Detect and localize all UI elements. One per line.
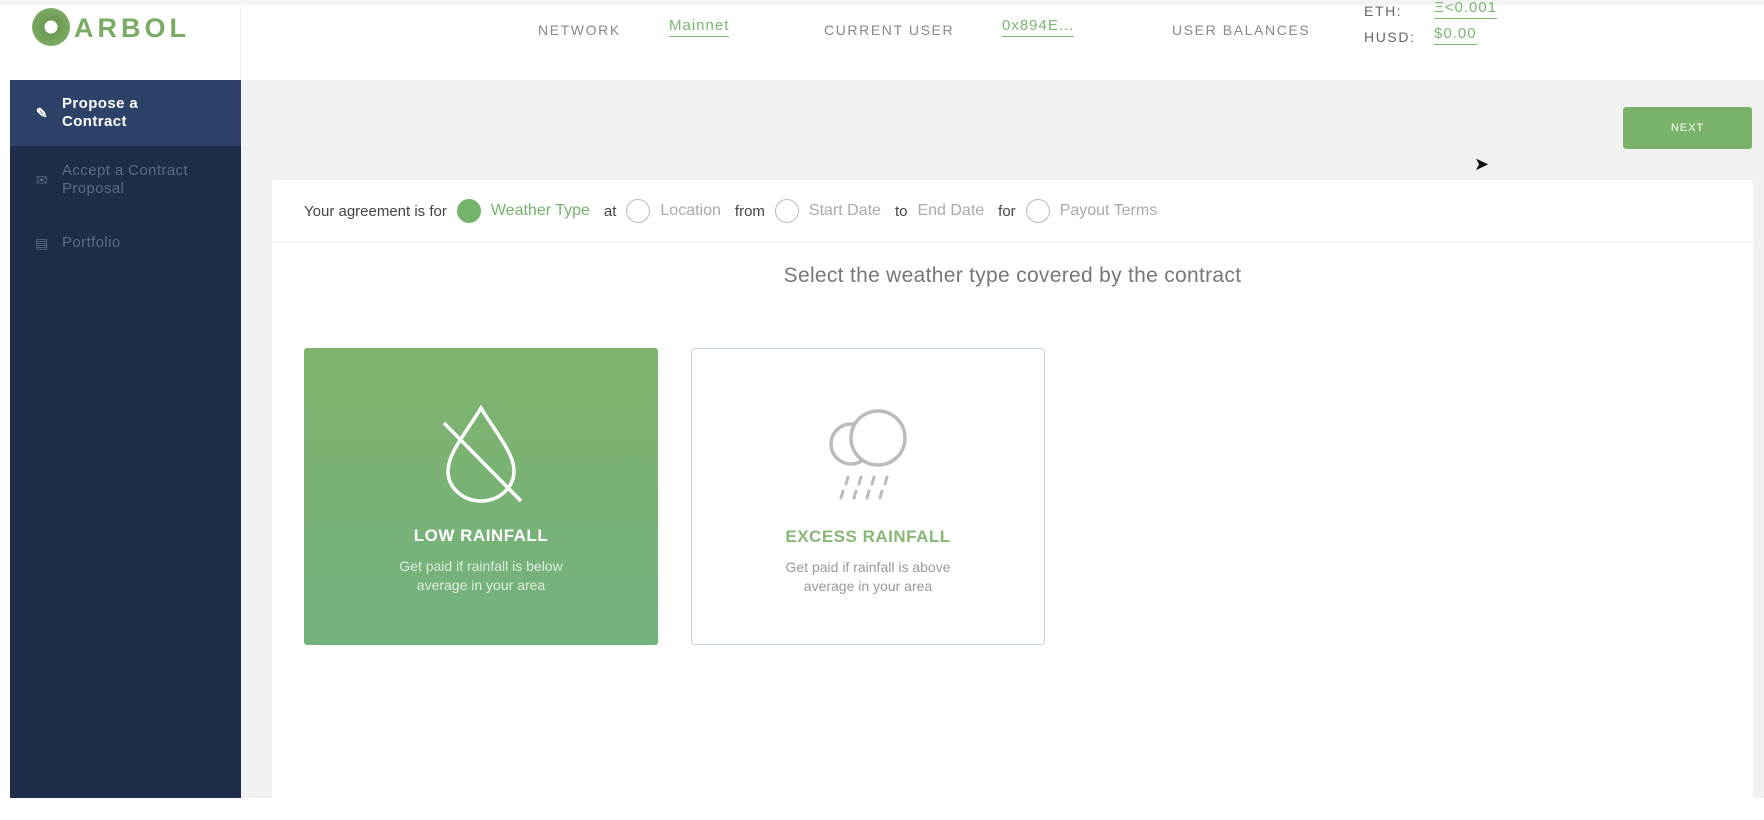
user-balances-label: USER BALANCES [1172, 22, 1311, 38]
no-drop-icon [442, 404, 523, 503]
logo-mark-icon [32, 8, 70, 46]
steps-for: for [998, 202, 1016, 220]
option-low-rainfall[interactable]: LOW RAINFALL Get paid if rainfall is bel… [304, 348, 658, 645]
steps-intro: Your agreement is for [304, 202, 447, 220]
steps-from: from [734, 202, 765, 220]
step-payout-radio[interactable] [1025, 199, 1050, 223]
option-title: EXCESS RAINFALL [785, 527, 951, 546]
main-area: NEXT ➤ Your agreement is for Weather Typ… [241, 80, 1764, 820]
option-title: LOW RAINFALL [413, 526, 549, 545]
step-start-date[interactable]: Start Date [809, 202, 881, 220]
sidebar-item-label: Propose a Contract [62, 95, 139, 130]
sidebar-item-propose[interactable]: ✎ Propose a Contract [10, 80, 241, 146]
rain-cloud-icon [829, 409, 907, 500]
eth-balance-link[interactable]: Ξ<0.001 [1434, 0, 1498, 19]
step-end-date[interactable]: End Date [917, 202, 984, 220]
network-link[interactable]: Mainnet [669, 17, 730, 37]
step-location-radio[interactable] [626, 199, 651, 223]
option-description: Get paid if rainfall is below average in… [399, 558, 563, 593]
sidebar-item-portfolio[interactable]: ▤ Portfolio [10, 225, 241, 261]
logo-text: ARBOL [74, 13, 190, 43]
step-payout-terms[interactable]: Payout Terms [1060, 202, 1158, 220]
step-location[interactable]: Location [660, 202, 721, 220]
option-excess-rainfall[interactable]: EXCESS RAINFALL Get paid if rainfall is … [691, 348, 1045, 645]
husd-label: HUSD: [1364, 29, 1416, 45]
husd-balance-link[interactable]: $0.00 [1434, 25, 1477, 45]
current-user-link[interactable]: 0x894E... [1002, 17, 1075, 37]
steps-at: at [603, 202, 617, 220]
sidebar: ✎ Propose a Contract ✉ Accept a Contract… [10, 80, 241, 798]
pen-icon: ✎ [35, 105, 49, 121]
steps-to: to [894, 202, 908, 220]
option-description: Get paid if rainfall is above average in… [785, 559, 951, 594]
next-button[interactable]: NEXT [1623, 107, 1752, 149]
network-label: NETWORK [538, 22, 621, 38]
logo[interactable]: ARBOL [10, 5, 241, 80]
step-dates-radio[interactable] [774, 199, 799, 223]
mouse-cursor-icon: ➤ [1474, 154, 1490, 174]
section-title: Select the weather type covered by the c… [783, 264, 1242, 287]
eth-label: ETH: [1364, 3, 1403, 19]
step-weather-type[interactable]: Weather Type [491, 202, 590, 220]
step-weather-radio[interactable] [456, 199, 481, 223]
current-user-label: CURRENT USER [824, 22, 955, 38]
document-icon: ▤ [35, 235, 49, 251]
sidebar-item-accept[interactable]: ✉ Accept a Contract Proposal [10, 160, 241, 200]
contract-card: Your agreement is for Weather Type at Lo… [272, 180, 1753, 820]
agreement-steps: Your agreement is for Weather Type at Lo… [272, 180, 1753, 243]
sidebar-item-label: Accept a Contract Proposal [62, 162, 189, 197]
envelope-icon: ✉ [35, 172, 49, 188]
header: NETWORK Mainnet CURRENT USER 0x894E... U… [241, 0, 1764, 80]
sidebar-item-label: Portfolio [62, 234, 121, 251]
